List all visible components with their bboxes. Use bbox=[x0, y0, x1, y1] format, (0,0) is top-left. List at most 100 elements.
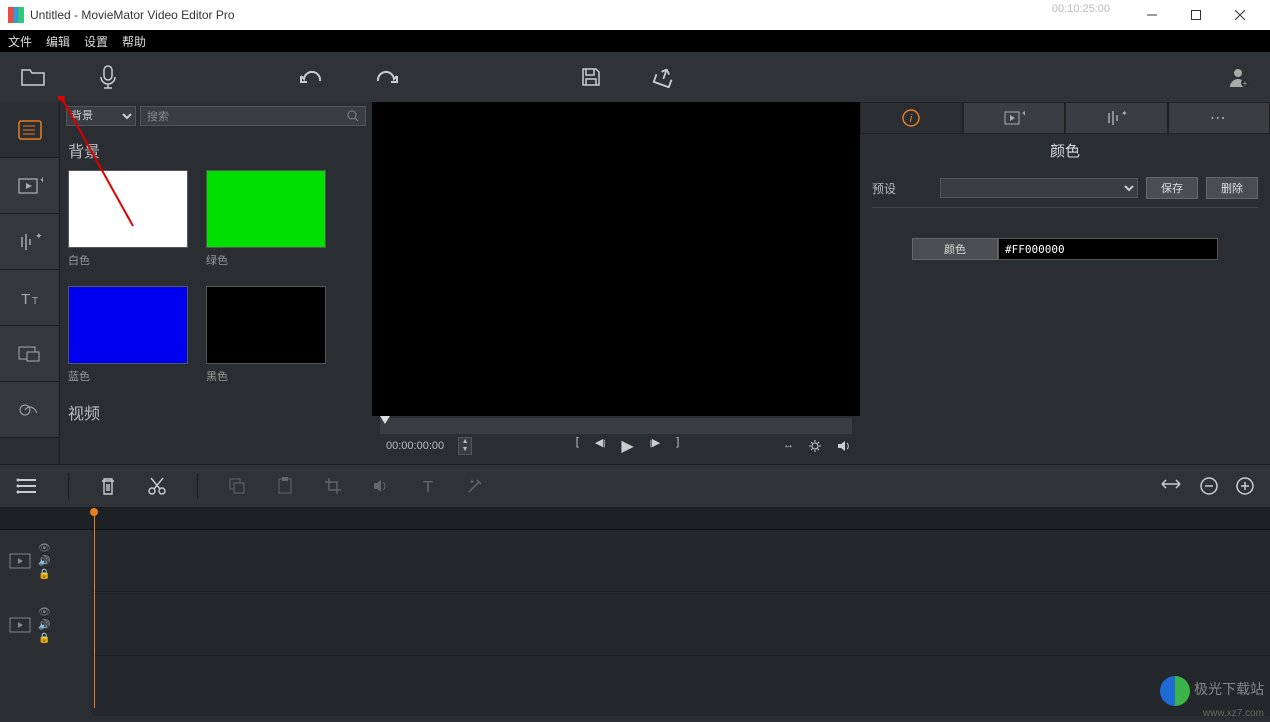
thumb-white[interactable]: 白色 bbox=[68, 170, 188, 268]
ptab-video-fx[interactable]: ✦ bbox=[963, 102, 1066, 134]
timeline-tracks-area[interactable] bbox=[92, 508, 1270, 716]
section-title-bg: 背景 bbox=[68, 138, 364, 162]
main-area: ✦ ✦ TT 背景 搜索 背景 白色 绿色 蓝色 bbox=[0, 102, 1270, 464]
track-visible-icon[interactable]: 👁 bbox=[38, 543, 51, 554]
main-toolbar: + bbox=[0, 52, 1270, 102]
ptab-more[interactable]: ⋯ bbox=[1168, 102, 1270, 134]
track-lock-icon[interactable]: 🔒 bbox=[38, 633, 51, 644]
ptab-audio-fx[interactable]: ✦ bbox=[1065, 102, 1168, 134]
thumb-green[interactable]: 绿色 bbox=[206, 170, 326, 268]
settings-gear-icon[interactable] bbox=[808, 439, 822, 453]
preset-label: 预设 bbox=[872, 180, 932, 197]
tab-media[interactable] bbox=[0, 102, 59, 158]
timeline-track-2[interactable] bbox=[92, 594, 1270, 656]
minimize-button[interactable] bbox=[1130, 0, 1174, 30]
track-visible-icon[interactable]: 👁 bbox=[38, 607, 51, 618]
left-tabs: ✦ ✦ TT bbox=[0, 102, 60, 464]
menu-edit[interactable]: 编辑 bbox=[46, 33, 70, 50]
timeline-track-1[interactable] bbox=[92, 530, 1270, 592]
cut-icon[interactable] bbox=[147, 476, 167, 496]
svg-text:T: T bbox=[21, 291, 30, 308]
delete-icon[interactable] bbox=[99, 476, 117, 496]
play-icon[interactable]: ▶ bbox=[621, 436, 633, 456]
search-input[interactable]: 搜索 bbox=[140, 106, 366, 126]
svg-text:i: i bbox=[910, 113, 913, 125]
open-folder-icon[interactable] bbox=[20, 66, 48, 88]
preset-select[interactable] bbox=[940, 178, 1138, 198]
goto-start-icon[interactable]: [ bbox=[576, 436, 579, 456]
timeline-ruler[interactable] bbox=[92, 508, 1270, 530]
current-time: 00:00:00:00 bbox=[380, 438, 450, 454]
video-track-icon bbox=[8, 551, 32, 571]
color-value-input[interactable] bbox=[998, 238, 1218, 260]
thumb-black[interactable]: 黑色 bbox=[206, 286, 326, 384]
ptab-info[interactable]: i bbox=[860, 102, 963, 134]
track-header-v1: 👁 🔊 🔒 bbox=[0, 530, 92, 592]
svg-text:✦: ✦ bbox=[1121, 109, 1127, 118]
close-button[interactable] bbox=[1218, 0, 1262, 30]
total-time: 00:10:25:00 bbox=[1052, 3, 1110, 15]
properties-panel: i ✦ ✦ ⋯ 颜色 预设 保存 删除 颜色 bbox=[860, 102, 1270, 464]
tab-text[interactable]: TT bbox=[0, 270, 59, 326]
timeline-playhead[interactable] bbox=[94, 508, 95, 708]
tl-menu-icon[interactable] bbox=[16, 477, 38, 495]
frame-back-icon[interactable]: ◀| bbox=[595, 436, 606, 456]
media-panel: 背景 搜索 背景 白色 绿色 蓝色 黑色 视频 bbox=[60, 102, 372, 464]
track-header-v2: 👁 🔊 🔒 bbox=[0, 594, 92, 656]
microphone-icon[interactable] bbox=[98, 65, 118, 89]
preview-screen bbox=[372, 102, 860, 416]
thumb-blue[interactable]: 蓝色 bbox=[68, 286, 188, 384]
preview-panel: 00:00:00:00 ▲▼ [ ◀| ▶ |▶ ] 00:10:25:00 ↔ bbox=[372, 102, 860, 464]
svg-text:✦: ✦ bbox=[39, 175, 43, 185]
fit-timeline-icon[interactable] bbox=[1160, 477, 1182, 495]
preset-save-button[interactable]: 保存 bbox=[1146, 177, 1198, 199]
video-track-icon bbox=[8, 615, 32, 635]
preview-scrubber[interactable] bbox=[380, 418, 852, 434]
zoom-out-icon[interactable] bbox=[1200, 477, 1218, 495]
scrub-marker[interactable] bbox=[380, 416, 390, 424]
copy-icon[interactable] bbox=[228, 477, 246, 495]
user-account-icon[interactable]: + bbox=[1226, 65, 1250, 89]
watermark-logo-icon bbox=[1160, 676, 1190, 706]
tab-video-effects[interactable]: ✦ bbox=[0, 158, 59, 214]
save-icon[interactable] bbox=[580, 66, 602, 88]
timeline: 👁 🔊 🔒 👁 🔊 🔒 bbox=[0, 508, 1270, 716]
track-lock-icon[interactable]: 🔒 bbox=[38, 569, 51, 580]
watermark: 极光下载站 www.xz7.com bbox=[1160, 676, 1264, 720]
menu-help[interactable]: 帮助 bbox=[122, 33, 146, 50]
category-select[interactable]: 背景 bbox=[66, 106, 136, 126]
tab-transitions[interactable] bbox=[0, 382, 59, 438]
time-spin[interactable]: ▲▼ bbox=[458, 437, 472, 455]
props-title: 颜色 bbox=[872, 140, 1258, 161]
track-audio-icon[interactable]: 🔊 bbox=[38, 620, 51, 631]
menu-file[interactable]: 文件 bbox=[8, 33, 32, 50]
text-tool-icon[interactable]: T bbox=[420, 478, 436, 494]
track-audio-icon[interactable]: 🔊 bbox=[38, 556, 51, 567]
svg-text:T: T bbox=[423, 479, 433, 494]
window-title: Untitled - MovieMator Video Editor Pro bbox=[30, 8, 1130, 22]
tab-pip[interactable] bbox=[0, 326, 59, 382]
redo-icon[interactable] bbox=[374, 67, 400, 87]
zoom-in-icon[interactable] bbox=[1236, 477, 1254, 495]
tab-audio-effects[interactable]: ✦ bbox=[0, 214, 59, 270]
preset-delete-button[interactable]: 删除 bbox=[1206, 177, 1258, 199]
svg-text:✦: ✦ bbox=[469, 478, 475, 486]
mute-icon[interactable] bbox=[372, 478, 390, 494]
color-picker-button[interactable]: 颜色 bbox=[912, 238, 998, 260]
paste-icon[interactable] bbox=[276, 477, 294, 495]
volume-icon[interactable] bbox=[836, 439, 852, 453]
frame-fwd-icon[interactable]: |▶ bbox=[650, 436, 661, 456]
timeline-track-headers: 👁 🔊 🔒 👁 🔊 🔒 bbox=[0, 508, 92, 716]
magic-icon[interactable]: ✦ bbox=[466, 477, 484, 495]
crop-icon[interactable] bbox=[324, 477, 342, 495]
export-icon[interactable] bbox=[652, 66, 676, 88]
media-body: 背景 白色 绿色 蓝色 黑色 视频 bbox=[60, 130, 372, 464]
undo-icon[interactable] bbox=[298, 67, 324, 87]
app-logo-icon bbox=[8, 7, 24, 23]
section-title-video: 视频 bbox=[68, 400, 364, 424]
fit-icon[interactable]: ↔ bbox=[783, 439, 794, 453]
goto-end-icon[interactable]: ] bbox=[676, 436, 679, 456]
maximize-button[interactable] bbox=[1174, 0, 1218, 30]
menu-settings[interactable]: 设置 bbox=[84, 33, 108, 50]
svg-text:T: T bbox=[32, 296, 38, 307]
